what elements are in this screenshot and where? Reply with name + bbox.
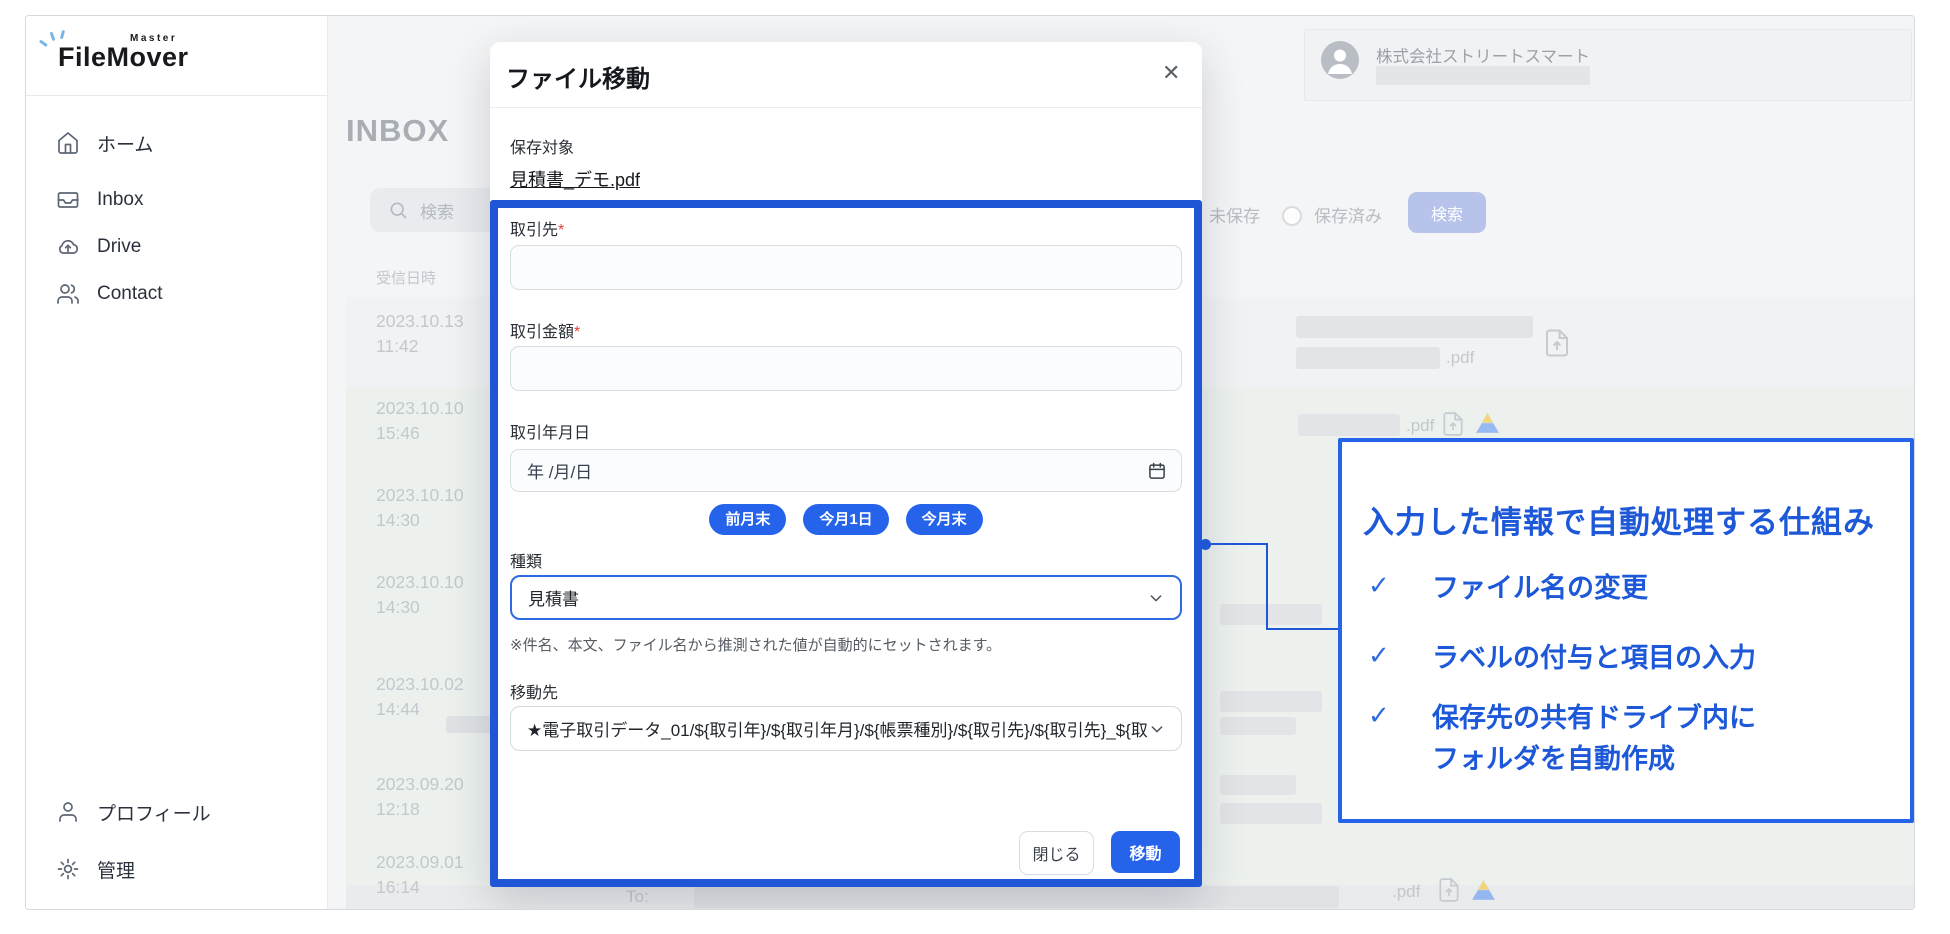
google-drive-icon [1476,413,1499,438]
callout-item: 保存先の共有ドライブ内にフォルダを自動作成 [1432,698,1756,779]
destination-select[interactable]: ★電子取引データ_01/${取引年}/${取引年月}/${帳票種別}/${取引先… [510,706,1182,751]
search-icon [388,200,408,220]
row-received-datetime: 2023.10.1015:46 [376,396,464,447]
partner-input[interactable] [510,245,1182,290]
pdf-extension: .pdf [1406,416,1434,436]
check-icon: ✓ [1368,640,1390,671]
to-label: To: [626,887,649,907]
sidebar: Master FileMover ホーム Inbox Drive Contact… [26,16,328,909]
connector-line [1211,543,1268,545]
target-file-link[interactable]: 見積書_デモ.pdf [510,166,640,192]
home-icon [56,131,80,155]
chip-this-month-end[interactable]: 今月末 [906,504,983,535]
sidebar-item-drive[interactable]: Drive [56,232,141,262]
brand-name: FileMover [58,42,189,73]
check-icon: ✓ [1368,570,1390,601]
chip-prev-month-end[interactable]: 前月末 [709,504,786,535]
file-move-modal: ファイル移動 ✕ 保存対象 見積書_デモ.pdf 取引先* 取引金額* 取引年月… [490,42,1202,887]
feature-callout: 入力した情報で自動処理する仕組み ✓ ファイル名の変更 ✓ ラベルの付与と項目の… [1338,438,1914,823]
gear-icon [56,857,80,881]
page-title: INBOX [346,113,449,149]
search-button[interactable]: 検索 [1408,192,1486,233]
redacted-bar [1220,604,1322,625]
row-received-datetime: 2023.10.1014:30 [376,483,464,534]
avatar[interactable] [1321,41,1359,79]
company-name: 株式会社ストリートスマート [1376,43,1590,67]
chevron-down-icon [1149,721,1165,737]
inbox-icon [56,188,80,212]
connector-line [1266,628,1338,630]
redacted-recipient-bar [694,886,1339,908]
file-export-icon [1542,328,1572,363]
auto-set-note: ※件名、本文、ファイル名から推測された値が自動的にセットされます。 [510,634,1001,655]
amount-input[interactable] [510,346,1182,391]
sparkle-icon [60,30,65,39]
sparkle-icon [39,40,48,47]
callout-item: ファイル名の変更 [1432,568,1648,609]
sparkle-icon [50,32,55,41]
redacted-account-bar [1376,66,1590,85]
column-header-received: 受信日時 [376,267,436,288]
check-icon: ✓ [1368,700,1390,731]
pdf-extension: .pdf [1446,348,1474,368]
row-received-datetime: 2023.10.1311:42 [376,309,464,360]
transaction-date-input[interactable]: 年 /月/日 [510,449,1182,492]
calendar-icon[interactable] [1147,461,1167,481]
modal-header: ファイル移動 ✕ [490,42,1202,108]
sidebar-item-profile[interactable]: プロフィール [56,797,211,827]
callout-item: ラベルの付与と項目の入力 [1432,638,1756,679]
connector-line [1266,543,1268,630]
users-icon [56,282,80,306]
close-button[interactable]: 閉じる [1019,831,1094,875]
redacted-filename-bar [1298,414,1400,436]
redacted-subject-bar [1296,316,1533,338]
callout-title: 入力した情報で自動処理する仕組み [1363,497,1875,542]
cloud-upload-icon [56,235,80,259]
modal-title: ファイル移動 [506,59,650,94]
redacted-bar [1220,717,1296,735]
redacted-bar [1220,775,1296,795]
file-export-icon [1436,877,1462,908]
date-shortcut-chips: 前月末 今月1日 今月末 [510,504,1182,535]
chip-this-month-first[interactable]: 今月1日 [803,504,888,535]
sidebar-item-inbox[interactable]: Inbox [56,185,143,215]
move-button[interactable]: 移動 [1111,831,1180,873]
search-placeholder: 検索 [420,198,454,223]
type-select-value: 見積書 [528,585,579,610]
sidebar-item-contact[interactable]: Contact [56,279,162,309]
sidebar-item-home[interactable]: ホーム [56,128,153,158]
target-label: 保存対象 [510,134,574,158]
sidebar-item-admin[interactable]: 管理 [56,854,135,884]
row-received-datetime: 2023.10.1014:30 [376,570,464,621]
logo[interactable]: Master FileMover [26,16,327,96]
destination-select-value: ★電子取引データ_01/${取引年}/${取引年月}/${帳票種別}/${取引先… [527,716,1149,741]
type-select[interactable]: 見積書 [510,575,1182,620]
filter-unsaved-label[interactable]: 未保存 [1209,202,1260,227]
redacted-bar [1220,803,1322,824]
filter-saved-label[interactable]: 保存済み [1314,202,1382,227]
row-received-datetime: 2023.09.0116:14 [376,850,464,901]
google-drive-icon [1472,880,1495,905]
highlight-border-box [490,200,1202,887]
app-window: INBOX 検索 未保存 保存済み 検索 受信日時 2023.10.1311:4… [25,15,1915,910]
chevron-down-icon [1148,590,1164,606]
date-placeholder: 年 /月/日 [527,458,592,483]
pdf-extension: .pdf [1392,882,1420,902]
row-received-datetime: 2023.09.2012:18 [376,772,464,823]
close-icon[interactable]: ✕ [1162,60,1180,86]
redacted-filename-bar [1296,347,1440,369]
connector-dot [1200,539,1211,550]
redacted-bar [1220,691,1322,712]
filter-saved-radio[interactable] [1282,206,1302,226]
user-icon [56,800,80,824]
